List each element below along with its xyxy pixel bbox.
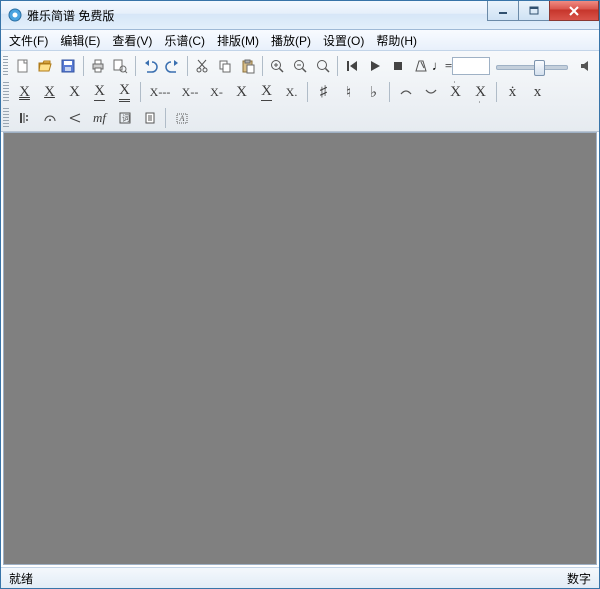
menu-help[interactable]: 帮助(H) [370, 31, 423, 50]
tie-button[interactable] [393, 80, 418, 104]
sharp-button[interactable]: ♯ [311, 80, 336, 104]
menu-score[interactable]: 乐谱(C) [158, 31, 211, 50]
open-button[interactable] [34, 54, 57, 78]
menu-play[interactable]: 播放(P) [265, 31, 317, 50]
repeat-start-button[interactable] [12, 106, 37, 130]
print-preview-button[interactable] [109, 54, 132, 78]
note-quarter-button[interactable]: X [62, 80, 87, 104]
menu-file[interactable]: 文件(F) [3, 31, 54, 50]
fermata-button[interactable] [37, 106, 62, 130]
natural-button[interactable]: ♮ [336, 80, 361, 104]
toolbar-grip[interactable] [3, 56, 8, 76]
menu-edit[interactable]: 编辑(E) [54, 31, 106, 50]
separator [337, 56, 338, 76]
zoom-out-button[interactable] [289, 54, 312, 78]
save-button[interactable] [57, 54, 80, 78]
menu-bar: 文件(F) 编辑(E) 查看(V) 乐谱(C) 排版(M) 播放(P) 设置(O… [1, 30, 599, 51]
zoom-in-button[interactable] [266, 54, 289, 78]
page-button[interactable] [137, 106, 162, 130]
app-icon [7, 7, 23, 23]
window-title: 雅乐简谱 免费版 [27, 7, 114, 24]
undo-button[interactable] [139, 54, 162, 78]
accent-button[interactable]: ẋ [500, 80, 525, 104]
separator [165, 108, 166, 128]
menu-view[interactable]: 查看(V) [106, 31, 158, 50]
status-ready: 就绪 [1, 570, 41, 587]
svg-text:A: A [178, 114, 184, 123]
separator [140, 82, 141, 102]
stop-button[interactable] [386, 54, 409, 78]
toolbar-marks: mf 词 A [3, 105, 597, 131]
app-window: 雅乐简谱 免费版 文件(F) 编辑(E) 查看(V) 乐谱(C) 排版(M) 播… [0, 0, 600, 589]
toolbar-area: ♩= X X X X X X‐‐‐ X‐‐ X‐ X X X. [1, 51, 599, 132]
title-bar: 雅乐简谱 免费版 [1, 1, 599, 30]
tempo-label: ♩= [432, 58, 452, 74]
zoom-reset-button[interactable] [311, 54, 334, 78]
crescendo-button[interactable] [62, 106, 87, 130]
staccato-button[interactable]: x [525, 80, 550, 104]
lyrics-button[interactable]: 词 [112, 106, 137, 130]
cut-button[interactable] [191, 54, 214, 78]
copy-button[interactable] [214, 54, 237, 78]
svg-text:词: 词 [122, 114, 130, 123]
separator [135, 56, 136, 76]
status-mode: 数字 [559, 570, 599, 587]
note-plain-button[interactable]: X [229, 80, 254, 104]
separator [496, 82, 497, 102]
toolbar-notes: X X X X X X‐‐‐ X‐‐ X‐ X X X. ♯ ♮ ♭ X· X·… [3, 79, 597, 105]
print-button[interactable] [86, 54, 109, 78]
play-start-button[interactable] [341, 54, 364, 78]
status-bar: 就绪 数字 [1, 567, 599, 588]
menu-layout[interactable]: 排版(M) [211, 31, 265, 50]
speaker-icon[interactable] [574, 54, 597, 78]
new-button[interactable] [11, 54, 34, 78]
paste-button[interactable] [236, 54, 259, 78]
separator [187, 56, 188, 76]
octave-up-button[interactable]: X· [443, 80, 468, 104]
separator [389, 82, 390, 102]
window-controls [487, 1, 599, 21]
octave-down-button[interactable]: X· [468, 80, 493, 104]
maximize-button[interactable] [518, 1, 550, 21]
flat-button[interactable]: ♭ [361, 80, 386, 104]
volume-slider[interactable] [496, 57, 568, 75]
note-half-button[interactable]: X [37, 80, 62, 104]
redo-button[interactable] [161, 54, 184, 78]
menu-settings[interactable]: 设置(O) [317, 31, 370, 50]
close-button[interactable] [549, 1, 599, 21]
note-dash2-button[interactable]: X‐‐ [176, 80, 204, 104]
note-whole-button[interactable]: X [12, 80, 37, 104]
play-button[interactable] [364, 54, 387, 78]
separator [262, 56, 263, 76]
toolbar-grip[interactable] [3, 82, 9, 102]
toolbar-grip[interactable] [3, 108, 9, 128]
note-dash1-button[interactable]: X‐ [204, 80, 229, 104]
tempo-control: ♩= [432, 57, 490, 75]
separator [83, 56, 84, 76]
dynamic-mf-button[interactable]: mf [87, 106, 112, 130]
text-box-button[interactable]: A [169, 106, 194, 130]
note-dash3-button[interactable]: X‐‐‐ [144, 80, 176, 104]
separator [307, 82, 308, 102]
toolbar-standard: ♩= [3, 53, 597, 79]
document-area[interactable] [3, 132, 597, 565]
note-sixteenth-button[interactable]: X [112, 80, 137, 104]
note-eighth-button[interactable]: X [87, 80, 112, 104]
note-under1-button[interactable]: X [254, 80, 279, 104]
minimize-button[interactable] [487, 1, 519, 21]
tempo-input[interactable] [452, 57, 490, 75]
metronome-button[interactable] [409, 54, 432, 78]
slur-button[interactable] [418, 80, 443, 104]
note-dot-button[interactable]: X. [279, 80, 304, 104]
